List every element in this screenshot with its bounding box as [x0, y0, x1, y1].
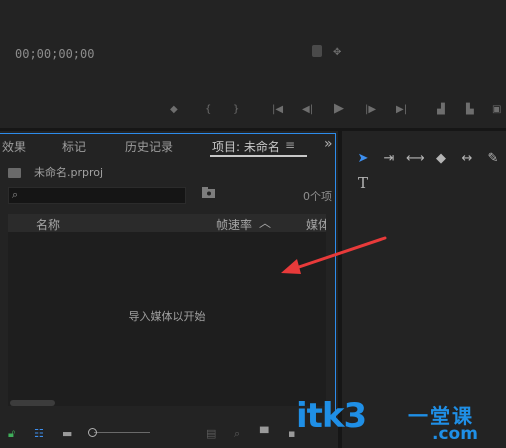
automate-to-sequence-icon[interactable]: ▤: [206, 427, 216, 440]
watermark-domain: .com: [432, 424, 478, 444]
new-bin-icon[interactable]: ▀: [260, 427, 268, 440]
watermark-logo: itk3 一堂课 .com: [296, 396, 506, 448]
type-tool-icon[interactable]: T: [354, 174, 372, 192]
ripple-edit-tool-icon[interactable]: ⟷: [406, 150, 425, 168]
new-search-bin-icon[interactable]: [202, 187, 216, 198]
selection-tool-icon[interactable]: ➤: [354, 150, 372, 168]
project-file-name: 未命名.prproj: [34, 166, 104, 179]
slip-tool-icon[interactable]: ↔: [458, 150, 476, 168]
step-back-icon[interactable]: ◀|: [302, 103, 313, 117]
search-input[interactable]: [8, 187, 186, 204]
list-view-icon[interactable]: ☷: [34, 427, 44, 440]
step-forward-icon[interactable]: |▶: [365, 103, 376, 117]
tab-project[interactable]: 项目: 未命名: [212, 138, 280, 155]
tab-history[interactable]: 历史记录: [125, 138, 173, 155]
lift-icon[interactable]: ▟: [437, 103, 445, 117]
find-icon[interactable]: ⌕: [234, 427, 240, 441]
project-file-icon: [8, 168, 21, 178]
lock-icon[interactable]: 🔓︎: [8, 427, 15, 441]
zoom-slider-track: [94, 432, 150, 433]
go-to-out-icon[interactable]: ▶|: [396, 103, 407, 117]
column-frame-rate[interactable]: 帧速率: [216, 216, 252, 233]
item-count: 0个项: [303, 190, 332, 203]
program-monitor: [0, 0, 506, 128]
icon-view-icon[interactable]: ▬: [62, 427, 72, 440]
pen-tool-icon[interactable]: ✎: [484, 150, 502, 168]
tab-effects[interactable]: 效果: [2, 138, 26, 155]
tabs-overflow-icon[interactable]: »: [324, 136, 333, 152]
playhead-timecode[interactable]: 00;00;00;00: [15, 47, 94, 61]
zoom-slider[interactable]: [88, 428, 150, 438]
column-name[interactable]: 名称: [36, 216, 60, 233]
zoom-fit-icon[interactable]: ✥: [333, 46, 341, 60]
settings-icon[interactable]: [312, 45, 322, 57]
mark-out-icon[interactable]: }: [233, 103, 239, 117]
empty-list-hint: 导入媒体以开始: [128, 310, 206, 323]
add-marker-icon[interactable]: ◆: [170, 103, 178, 117]
export-frame-icon[interactable]: ▣: [492, 103, 501, 117]
zoom-slider-handle[interactable]: [88, 428, 97, 437]
watermark-brand: itk3: [296, 396, 367, 436]
tab-markers[interactable]: 标记: [62, 138, 86, 155]
sort-ascending-icon[interactable]: ︿: [259, 214, 271, 231]
panel-menu-icon[interactable]: ≡: [285, 138, 295, 152]
column-media[interactable]: 媒体: [306, 216, 326, 233]
horizontal-scrollbar[interactable]: [10, 400, 55, 406]
annotation-arrow: [281, 236, 387, 274]
extract-icon[interactable]: ▙: [466, 103, 474, 117]
search-icon: ⌕: [12, 188, 19, 201]
play-icon[interactable]: ▶: [334, 102, 344, 116]
razor-tool-icon[interactable]: ◆: [432, 150, 450, 168]
go-to-in-icon[interactable]: |◀: [272, 103, 283, 117]
mark-in-icon[interactable]: {: [205, 103, 211, 117]
track-select-tool-icon[interactable]: ⇥: [380, 150, 398, 168]
active-tab-indicator: [210, 155, 307, 157]
new-item-icon[interactable]: ▪: [288, 427, 295, 440]
